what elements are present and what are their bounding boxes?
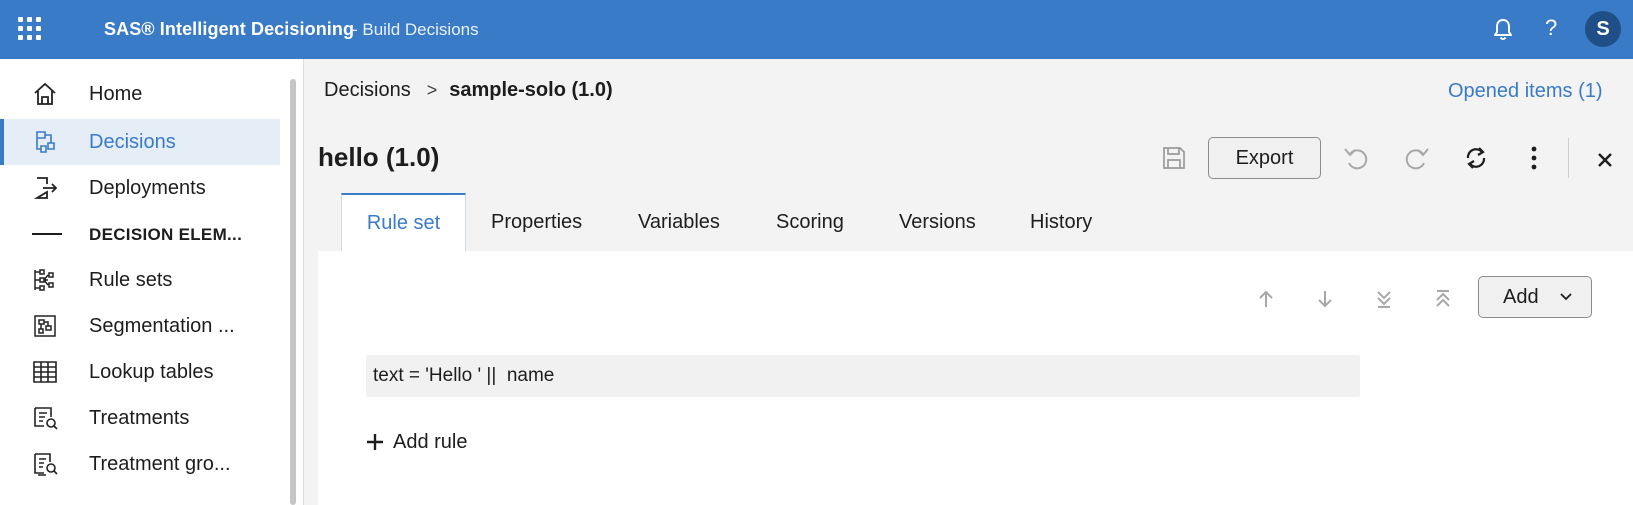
sidebar-item-rule-sets[interactable]: Rule sets	[0, 257, 280, 303]
home-icon	[34, 82, 56, 105]
move-to-top-icon[interactable]	[1432, 287, 1454, 311]
app-launcher-icon[interactable]	[18, 17, 46, 45]
sidebar-section-decision-elements[interactable]: DECISION ELEM...	[0, 211, 280, 257]
export-button[interactable]: Export	[1208, 137, 1321, 179]
treatments-icon	[34, 407, 58, 430]
breadcrumb-current: sample-solo (1.0)	[449, 79, 613, 101]
move-down-icon[interactable]	[1314, 287, 1336, 311]
save-icon[interactable]	[1160, 144, 1188, 172]
sidebar-item-treatments[interactable]: Treatments	[0, 395, 280, 441]
breadcrumb: Decisions > sample-solo (1.0)	[324, 79, 613, 102]
sidebar-item-segmentation[interactable]: Segmentation ...	[0, 303, 280, 349]
sidebar-item-decisions[interactable]: Decisions	[0, 119, 280, 165]
sidebar-item-label: Home	[89, 83, 143, 105]
sidebar-item-label: Treatment gro...	[89, 453, 231, 475]
chevron-right-icon: >	[426, 80, 438, 100]
deployments-icon	[33, 177, 58, 199]
plus-icon	[367, 434, 383, 450]
segmentation-icon	[34, 315, 56, 337]
dash-icon	[32, 233, 62, 235]
bell-icon[interactable]	[1492, 18, 1514, 42]
sidebar-item-lookup-tables[interactable]: Lookup tables	[0, 349, 280, 395]
tab-rule-set[interactable]: Rule set	[341, 193, 466, 251]
top-bar: SAS® Intelligent Decisioning - Build Dec…	[0, 0, 1633, 59]
treatment-groups-icon	[34, 453, 58, 476]
lookup-table-icon	[33, 361, 57, 383]
sidebar-item-label: Treatments	[89, 407, 190, 429]
app-brand: SAS® Intelligent Decisioning	[104, 19, 355, 39]
undo-icon[interactable]	[1342, 144, 1370, 172]
tab-scoring[interactable]: Scoring	[776, 193, 844, 251]
sidebar-item-home[interactable]: Home	[0, 71, 280, 117]
sidebar-item-label: Lookup tables	[89, 361, 214, 383]
more-options-icon[interactable]	[1520, 144, 1548, 172]
opened-items-link[interactable]: Opened items (1)	[1448, 80, 1603, 103]
sidebar-item-label: Rule sets	[89, 269, 173, 291]
sidebar-item-label: Decisions	[89, 131, 176, 153]
breadcrumb-parent[interactable]: Decisions	[324, 79, 411, 101]
tab-history[interactable]: History	[1030, 193, 1092, 251]
rule-expression: text = 'Hello ' || name	[373, 365, 555, 386]
sidebar-item-deployments[interactable]: Deployments	[0, 165, 280, 211]
move-to-bottom-icon[interactable]	[1373, 287, 1395, 311]
refresh-icon[interactable]	[1462, 144, 1490, 172]
add-rule-label: Add rule	[393, 431, 468, 453]
toolbar-divider	[1568, 138, 1569, 178]
tab-versions[interactable]: Versions	[899, 193, 976, 251]
chevron-down-icon	[1560, 293, 1572, 301]
tab-variables[interactable]: Variables	[638, 193, 720, 251]
move-up-icon[interactable]	[1255, 287, 1277, 311]
redo-icon[interactable]	[1403, 144, 1431, 172]
sidebar-item-treatment-groups[interactable]: Treatment gro...	[0, 441, 280, 487]
page-title: hello (1.0)	[318, 142, 440, 172]
sidebar-item-label: Segmentation ...	[89, 315, 235, 337]
help-icon[interactable]: ?	[1545, 15, 1557, 41]
sidebar-item-label: Deployments	[89, 177, 206, 199]
rule-row[interactable]: text = 'Hello ' || name	[366, 355, 1360, 397]
app-subtitle: - Build Decisions	[352, 20, 479, 39]
decisions-icon	[36, 131, 55, 153]
add-button[interactable]: Add	[1478, 276, 1592, 318]
sidebar: Home Decisions Deployments DECISION ELEM…	[0, 59, 304, 505]
tab-properties[interactable]: Properties	[491, 193, 582, 251]
sidebar-scrollbar[interactable]	[290, 79, 296, 505]
rule-sets-icon	[34, 269, 54, 291]
close-icon[interactable]	[1591, 146, 1619, 174]
avatar[interactable]: S	[1585, 11, 1621, 47]
sidebar-section-label: DECISION ELEM...	[89, 225, 243, 244]
add-button-label: Add	[1503, 286, 1539, 308]
